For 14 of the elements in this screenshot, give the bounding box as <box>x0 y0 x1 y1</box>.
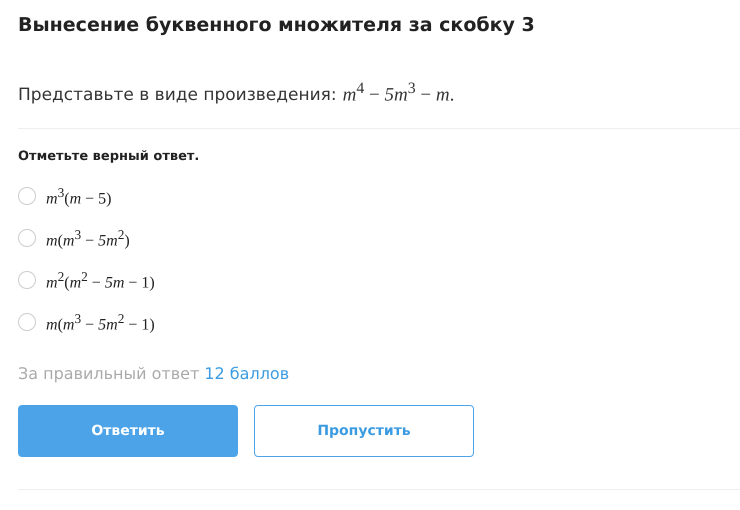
answer-option[interactable]: m$^{3}$(m − 5) <box>46 184 112 208</box>
answer-option[interactable]: m(m$^{3}$ − 5m$^{2}$ − 1) <box>46 310 155 334</box>
radio-button[interactable] <box>18 271 36 290</box>
radio-button[interactable] <box>18 187 36 206</box>
question-text: Представьте в виде произведения: <box>18 85 337 106</box>
radio-button[interactable] <box>18 313 36 332</box>
instruction-text: Отметьте верный ответ. <box>18 149 200 164</box>
answer-option[interactable]: m(m$^{3}$ − 5m$^{2}$) <box>46 226 130 250</box>
exercise-title: Вынесение буквенного множителя за скобку 3 <box>18 13 536 38</box>
radio-button[interactable] <box>18 229 36 248</box>
reward-text: За правильный ответ <box>18 364 200 384</box>
math-expression: m$^{4}$ − 5m$^{3}$ − m. <box>342 80 454 106</box>
points-text: 12 баллов <box>204 364 290 384</box>
answer-option[interactable]: m$^{2}$(m$^{2}$ − 5m − 1) <box>46 268 155 292</box>
